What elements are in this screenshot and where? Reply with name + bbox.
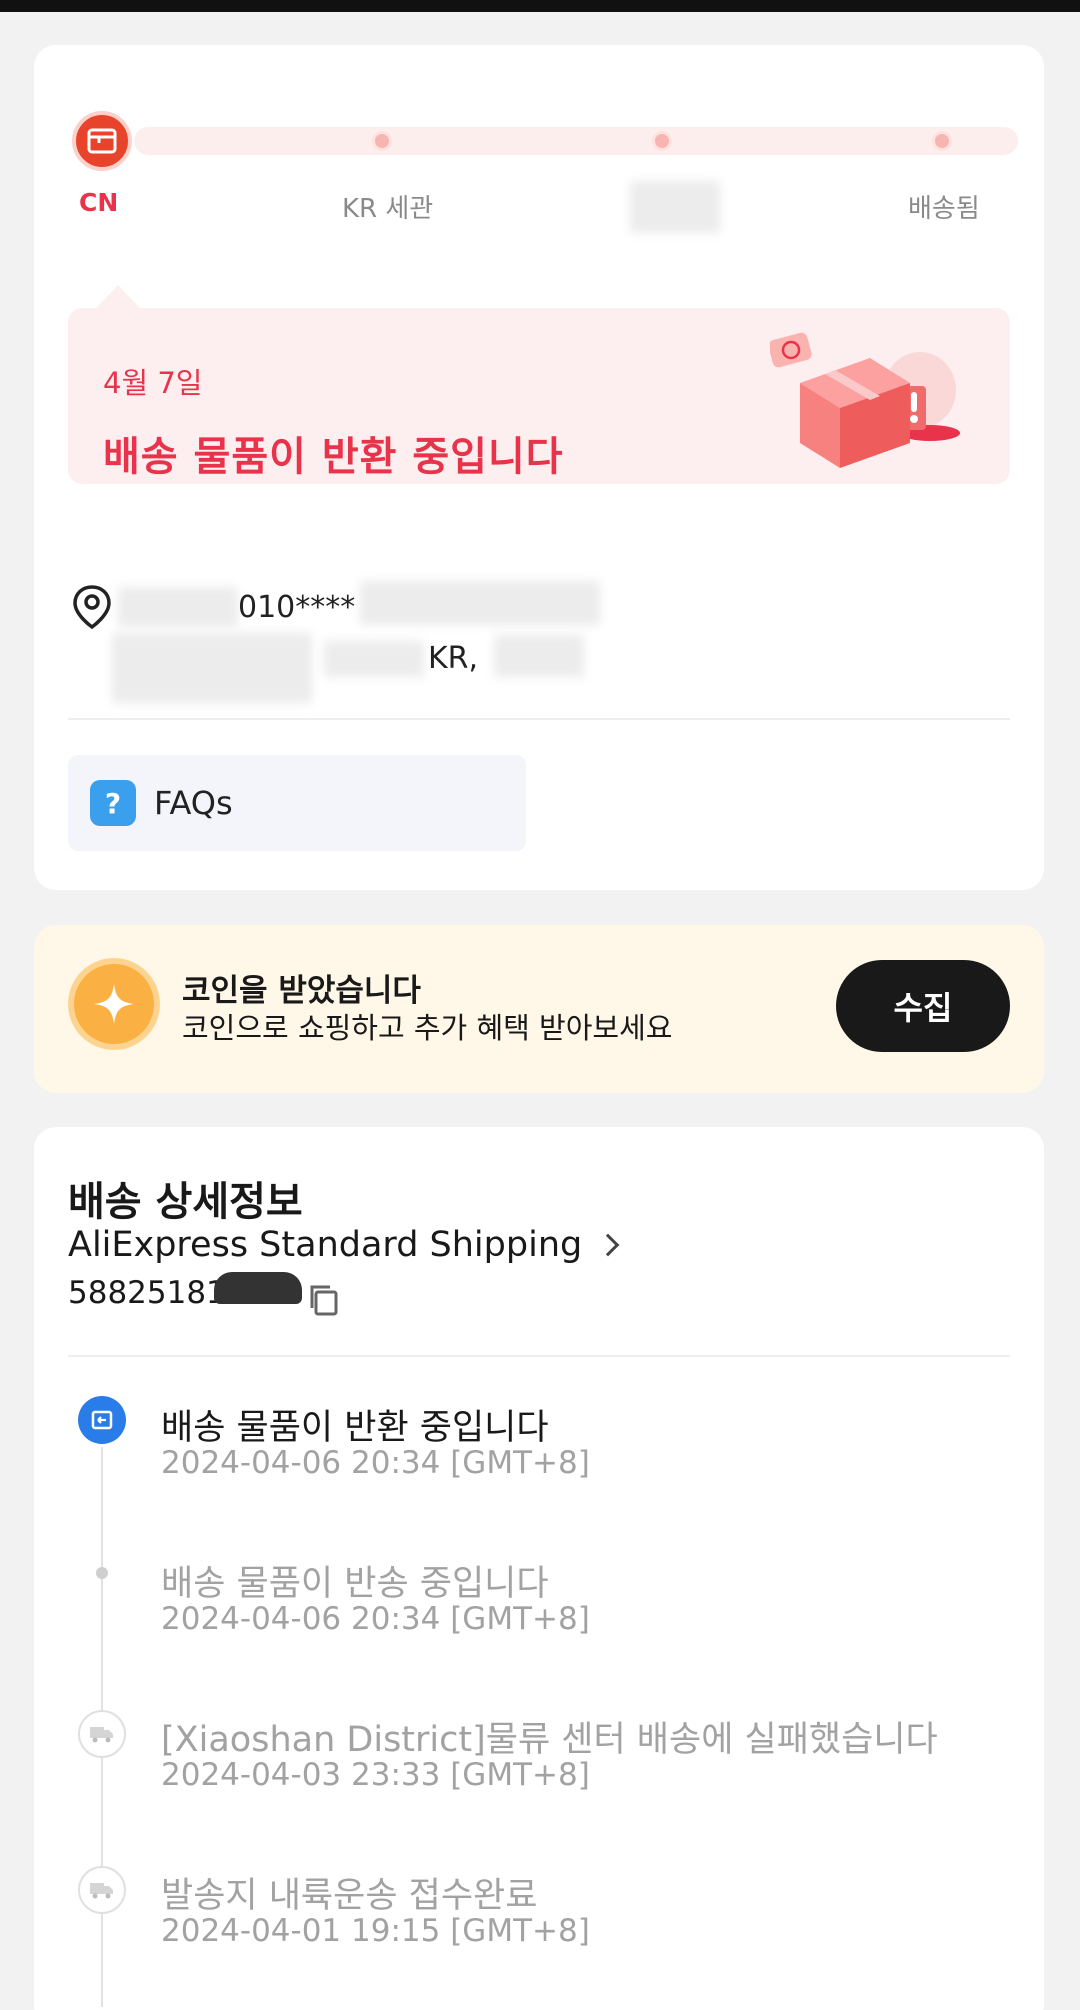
coin-subtitle: 코인으로 쇼핑하고 추가 혜택 받아보세요: [182, 1011, 673, 1045]
event-title: [Xiaoshan District]물류 센터 배송에 실패했습니다: [161, 1720, 938, 1760]
return-icon: [78, 1396, 126, 1444]
redacted-address-3: [494, 635, 584, 677]
carrier-link[interactable]: AliExpress Standard Shipping: [68, 1225, 620, 1265]
shipping-details-card: 배송 상세정보 AliExpress Standard Shipping 588…: [34, 1127, 1044, 2010]
package-icon: [72, 111, 132, 171]
progress-label-cn: CN: [79, 188, 119, 217]
question-icon: ?: [90, 780, 136, 826]
divider: [68, 718, 1010, 720]
status-bar: [0, 0, 1080, 12]
status-date: 4월 7일: [103, 366, 203, 400]
timeline-dot: [96, 1567, 108, 1579]
redacted-label: [630, 181, 720, 233]
divider: [68, 1355, 1010, 1357]
redacted-address-1: [112, 633, 312, 703]
section-title: 배송 상세정보: [68, 1179, 303, 1225]
chevron-right-icon: [596, 1233, 620, 1257]
faq-button[interactable]: ? FAQs: [68, 755, 526, 851]
event-time: 2024-04-06 20:34 [GMT+8]: [161, 1601, 590, 1637]
status-banner: 4월 7일 배송 물품이 반환 중입니다: [68, 308, 1010, 484]
progress-dot-delivered: [932, 131, 952, 151]
progress-label-delivered: 배송됨: [908, 194, 980, 224]
carrier-name: AliExpress Standard Shipping: [68, 1225, 583, 1265]
redacted-name: [118, 587, 238, 627]
coin-reward-card: 코인을 받았습니다 코인으로 쇼핑하고 추가 혜택 받아보세요 수집: [34, 925, 1044, 1093]
progress-track: [134, 127, 1018, 155]
truck-icon: [78, 1866, 126, 1914]
event-time: 2024-04-06 20:34 [GMT+8]: [161, 1445, 590, 1481]
address-country: KR,: [428, 641, 479, 676]
status-title: 배송 물품이 반환 중입니다: [103, 434, 564, 480]
address-phone: 010****: [238, 590, 356, 625]
tracking-card: CN KR 세관 배송됨 4월 7일 배송 물품이 반환 중입니다 010***…: [34, 45, 1044, 890]
faq-label: FAQs: [154, 784, 233, 822]
coin-title: 코인을 받았습니다: [182, 973, 421, 1009]
location-pin-icon: [73, 585, 111, 630]
progress-dot-customs: [372, 131, 392, 151]
redacted-tracking: [214, 1272, 302, 1304]
event-title: 배송 물품이 반환 중입니다: [161, 1408, 549, 1448]
event-title: 발송지 내륙운송 접수완료: [161, 1876, 538, 1916]
copy-icon[interactable]: [306, 1282, 342, 1318]
event-time: 2024-04-03 23:33 [GMT+8]: [161, 1757, 590, 1793]
redacted-phone: [360, 581, 600, 625]
event-title: 배송 물품이 반송 중입니다: [161, 1564, 549, 1604]
tracking-number: 58825181: [68, 1275, 226, 1311]
collect-coins-button[interactable]: 수집: [836, 960, 1010, 1052]
progress-label-customs: KR 세관: [342, 194, 434, 224]
truck-icon: [78, 1710, 126, 1758]
progress-dot-step3: [652, 131, 672, 151]
event-time: 2024-04-01 19:15 [GMT+8]: [161, 1913, 590, 1949]
redacted-address-2: [324, 641, 424, 677]
status-notch: [96, 285, 140, 308]
coin-icon: [68, 958, 160, 1050]
return-box-illustration: [770, 332, 960, 468]
